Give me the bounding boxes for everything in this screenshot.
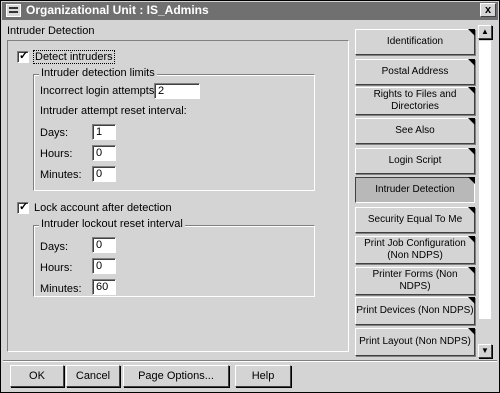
intruder-detection-limits-legend: Intruder detection limits	[39, 67, 157, 79]
detect-intruders-row[interactable]: Detect intruders	[17, 49, 115, 64]
tab-intruder-detection[interactable]: Intruder Detection	[355, 177, 475, 203]
scroll-thumb[interactable]	[479, 41, 491, 319]
tab-see-also[interactable]: See Also	[355, 118, 475, 144]
lockout-minutes-label: Minutes:	[40, 283, 82, 295]
close-button[interactable]: x	[480, 3, 496, 17]
title-bar: Organizational Unit : IS_Admins x	[2, 2, 498, 20]
tab-printer-forms[interactable]: Printer Forms (Non NDPS)	[355, 267, 475, 295]
tab-login-script[interactable]: Login Script	[355, 148, 475, 174]
ok-button[interactable]: OK	[10, 365, 64, 387]
tab-identification[interactable]: Identification	[355, 29, 475, 55]
lock-account-row[interactable]: Lock account after detection	[17, 200, 172, 214]
bottom-divider	[3, 360, 497, 362]
dialog-window: Organizational Unit : IS_Admins x Intrud…	[0, 0, 500, 393]
cancel-button[interactable]: Cancel	[66, 365, 120, 387]
system-menu-icon[interactable]	[6, 4, 21, 17]
lock-account-checkbox[interactable]	[17, 200, 29, 214]
tab-rights-to-files[interactable]: Rights to Files and Directories	[355, 87, 475, 115]
tab-postal-address[interactable]: Postal Address	[355, 59, 475, 85]
lockout-hours-input[interactable]: 0	[92, 258, 116, 274]
lockout-days-label: Days:	[40, 241, 69, 253]
help-button[interactable]: Help	[235, 365, 291, 387]
detect-minutes-label: Minutes:	[40, 169, 82, 181]
detect-days-label: Days:	[40, 127, 69, 139]
intruder-lockout-reset-legend: Intruder lockout reset interval	[39, 218, 185, 230]
tab-print-job-configuration[interactable]: Print Job Configuration (Non NDPS)	[355, 236, 475, 264]
scroll-up-button[interactable]: ▲	[478, 25, 492, 39]
lock-account-label: Lock account after detection	[34, 202, 172, 214]
lockout-days-input[interactable]: 0	[92, 237, 116, 253]
tab-security-equal-to-me[interactable]: Security Equal To Me	[355, 207, 475, 233]
detect-hours-label: Hours:	[40, 148, 73, 160]
lockout-minutes-input[interactable]: 60	[92, 279, 116, 295]
page-options-button[interactable]: Page Options...	[123, 365, 229, 387]
lockout-hours-label: Hours:	[40, 262, 73, 274]
sidebar-scrollbar[interactable]: ▲ ▼	[478, 25, 492, 358]
detect-minutes-input[interactable]: 0	[92, 166, 116, 182]
page-title: Intruder Detection	[7, 25, 95, 37]
scroll-down-button[interactable]: ▼	[478, 344, 492, 358]
incorrect-login-attempts-label: Incorrect login attempts:	[40, 85, 158, 97]
detect-days-input[interactable]: 1	[92, 124, 116, 140]
detect-intruders-label: Detect intruders	[33, 50, 115, 64]
detect-hours-input[interactable]: 0	[92, 145, 116, 161]
tab-print-devices[interactable]: Print Devices (Non NDPS)	[355, 297, 475, 325]
incorrect-login-attempts-input[interactable]: 2	[154, 83, 200, 99]
window-title: Organizational Unit : IS_Admins	[26, 3, 209, 17]
intruder-attempt-reset-interval-label: Intruder attempt reset interval:	[40, 105, 187, 117]
detect-intruders-checkbox[interactable]	[17, 49, 29, 63]
tab-print-layout[interactable]: Print Layout (Non NDPS)	[355, 328, 475, 356]
